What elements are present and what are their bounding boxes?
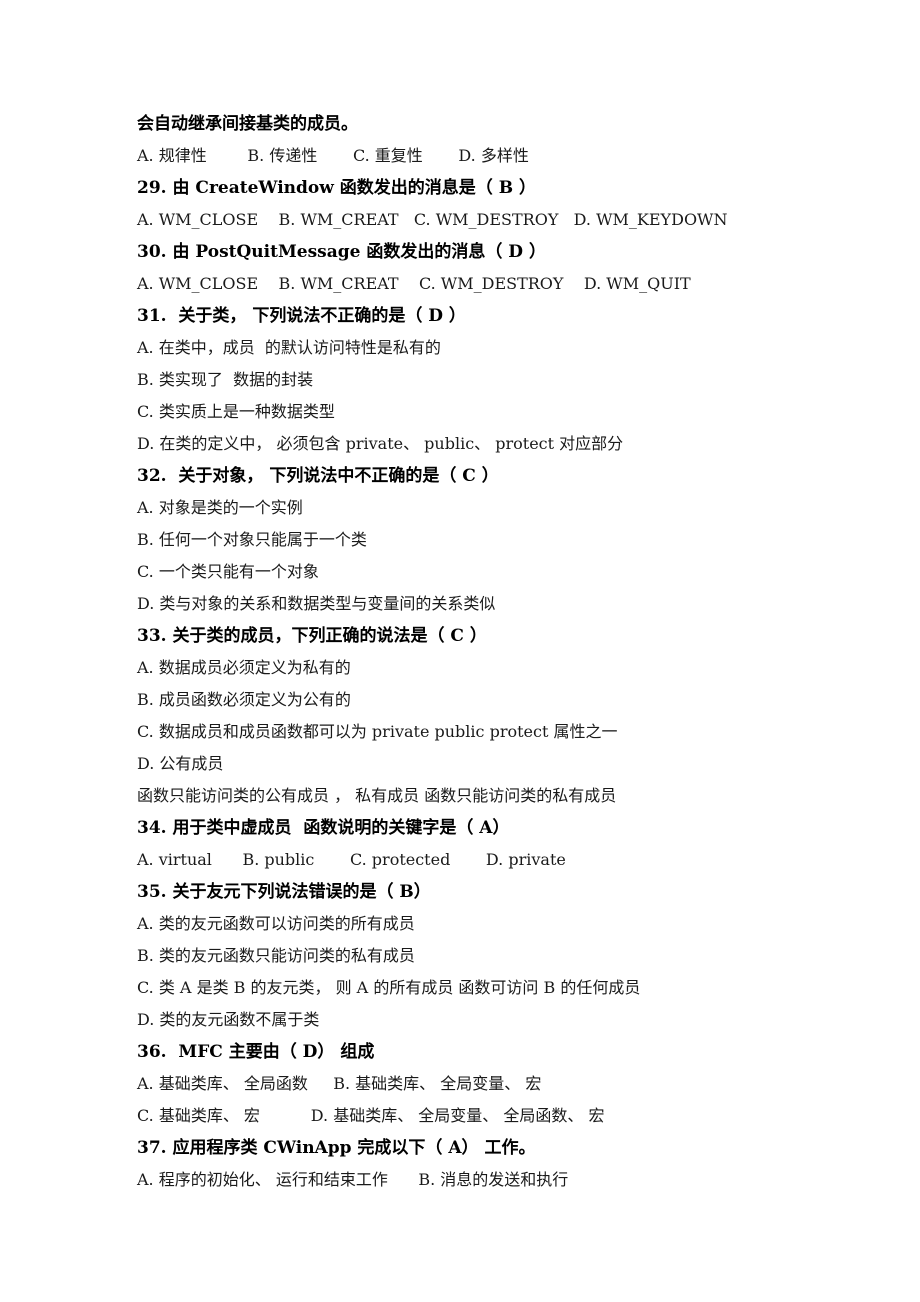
option-line: A. WM_CLOSE B. WM_CREAT C. WM_DESTROY D.… — [137, 274, 691, 293]
option-line: D. 公有成员 — [137, 754, 224, 773]
exam-question-list: 会自动继承间接基类的成员。 A. 规律性 B. 传递性 C. 重复性 D. 多样性… — [137, 108, 837, 1196]
question-line: 34. 用于类中虚成员 函数说明的关键字是（ A） — [137, 818, 510, 838]
question-line: 36. MFC 主要由（ D） 组成 — [137, 1042, 375, 1062]
question-line: 29. 由 CreateWindow 函数发出的消息是（ B ） — [137, 178, 536, 198]
question-line: 35. 关于友元下列说法错误的是（ B） — [137, 882, 431, 902]
option-line: C. 数据成员和成员函数都可以为 private public protect … — [137, 722, 618, 741]
option-line: A. 类的友元函数可以访问类的所有成员 — [137, 914, 415, 933]
option-line: C. 类 A 是类 B 的友元类， 则 A 的所有成员 函数可访问 B 的任何成… — [137, 978, 641, 997]
question-line: 30. 由 PostQuitMessage 函数发出的消息（ D ） — [137, 242, 546, 262]
option-line: B. 类实现了 数据的封装 — [137, 370, 314, 389]
option-line: A. virtual B. public C. protected D. pri… — [137, 850, 566, 869]
question-line: 32. 关于对象， 下列说法中不正确的是（ C ） — [137, 466, 499, 486]
option-line: C. 基础类库、 宏 D. 基础类库、 全局变量、 全局函数、 宏 — [137, 1106, 605, 1125]
option-line: D. 类与对象的关系和数据类型与变量间的关系类似 — [137, 594, 496, 613]
option-line: A. 规律性 B. 传递性 C. 重复性 D. 多样性 — [137, 146, 529, 165]
option-line: A. 在类中，成员 的默认访问特性是私有的 — [137, 338, 441, 357]
option-line: C. 一个类只能有一个对象 — [137, 562, 319, 581]
option-line: A. WM_CLOSE B. WM_CREAT C. WM_DESTROY D.… — [137, 210, 728, 229]
question-line: 31. 关于类， 下列说法不正确的是（ D ） — [137, 306, 466, 326]
option-line: D. 类的友元函数不属于类 — [137, 1010, 320, 1029]
option-line: A. 数据成员必须定义为私有的 — [137, 658, 351, 677]
option-line: C. 类实质上是一种数据类型 — [137, 402, 335, 421]
question-line: 会自动继承间接基类的成员。 — [137, 114, 358, 134]
question-line: 37. 应用程序类 CWinApp 完成以下（ A） 工作。 — [137, 1138, 536, 1158]
option-line: 函数只能访问类的公有成员 ， 私有成员 函数只能访问类的私有成员 — [137, 786, 617, 805]
option-line: A. 对象是类的一个实例 — [137, 498, 303, 517]
option-line: B. 任何一个对象只能属于一个类 — [137, 530, 367, 549]
option-line: B. 类的友元函数只能访问类的私有成员 — [137, 946, 415, 965]
option-line: A. 基础类库、 全局函数 B. 基础类库、 全局变量、 宏 — [137, 1074, 542, 1093]
document-page: 会自动继承间接基类的成员。 A. 规律性 B. 传递性 C. 重复性 D. 多样性… — [0, 0, 920, 1302]
question-line: 33. 关于类的成员，下列正确的说法是（ C ） — [137, 626, 487, 646]
option-line: A. 程序的初始化、 运行和结束工作 B. 消息的发送和执行 — [137, 1170, 569, 1189]
option-line: D. 在类的定义中， 必须包含 private、 public、 protect… — [137, 434, 624, 453]
option-line: B. 成员函数必须定义为公有的 — [137, 690, 351, 709]
